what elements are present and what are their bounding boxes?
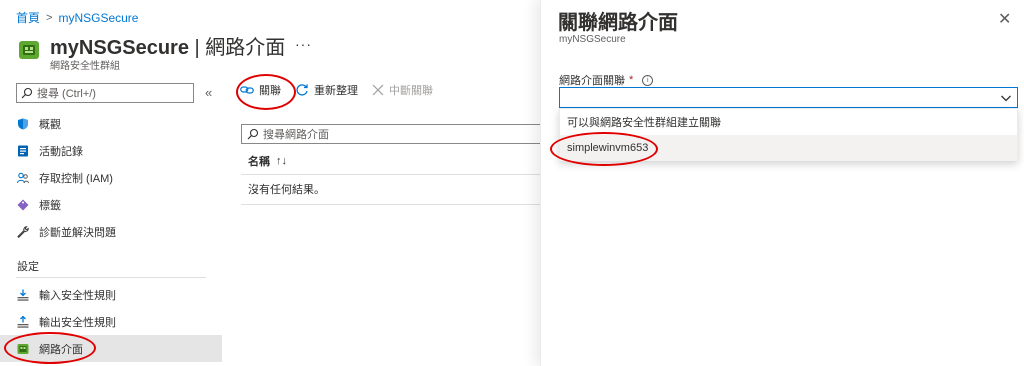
sidebar-item-label: 輸出安全性規則	[39, 316, 116, 329]
sidebar-item-label: 活動記錄	[39, 145, 83, 158]
shield-icon	[18, 118, 28, 129]
activity-log-icon	[18, 145, 28, 156]
dropdown-group-header: 可以與網路安全性群組建立關聯	[567, 117, 721, 129]
wrench-icon	[17, 225, 29, 238]
nsg-resource-icon	[19, 41, 39, 59]
close-icon	[372, 84, 384, 96]
page-title-section: 網路介面	[205, 37, 286, 59]
breadcrumb-home-link[interactable]: 首頁	[16, 9, 40, 26]
panel-title: 關聯網路介面	[558, 12, 678, 34]
command-bar: 關聯 重新整理 中斷關聯	[240, 82, 433, 98]
dissociate-button[interactable]: 中斷關聯	[372, 82, 433, 98]
close-icon[interactable]: ✕	[998, 9, 1011, 29]
chevron-down-icon	[1001, 95, 1011, 102]
sidebar-item-diagnose[interactable]: 診斷並解決問題	[0, 218, 222, 245]
network-interface-select[interactable]	[559, 87, 1018, 108]
sidebar-item-tags[interactable]: 標籤	[0, 191, 222, 218]
sort-icon: ↑↓	[276, 155, 287, 167]
tag-icon	[17, 199, 29, 210]
inbound-rules-icon	[17, 289, 29, 301]
sidebar-item-activity-log[interactable]: 活動記錄	[0, 137, 222, 164]
sidebar-item-label: 網路介面	[39, 343, 83, 356]
network-interface-icon	[17, 343, 29, 354]
sidebar-item-inbound-rules[interactable]: 輸入安全性規則	[0, 281, 222, 308]
table-divider	[241, 174, 541, 175]
dropdown-option[interactable]: simplewinvm653	[560, 135, 1017, 161]
refresh-icon	[296, 84, 308, 96]
search-icon	[21, 87, 33, 99]
sidebar-item-label: 標籤	[39, 199, 61, 212]
sidebar-section-settings: 設定	[17, 261, 39, 273]
field-label-text: 網路介面關聯	[559, 75, 625, 87]
dissociate-label: 中斷關聯	[389, 85, 433, 97]
sidebar-search-input[interactable]: 搜尋 (Ctrl+/)	[16, 83, 194, 103]
sidebar-item-network-interfaces[interactable]: 網路介面	[0, 335, 222, 362]
column-header-label: 名稱	[248, 156, 270, 168]
associate-label: 關聯	[259, 85, 281, 97]
refresh-button[interactable]: 重新整理	[295, 82, 358, 98]
refresh-label: 重新整理	[314, 85, 358, 97]
breadcrumb-separator-icon: >	[46, 11, 53, 24]
sidebar-item-label: 概觀	[39, 118, 61, 131]
sidebar-settings-nav: 輸入安全性規則 輸出安全性規則 網路介面	[0, 281, 222, 362]
outbound-rules-icon	[17, 315, 29, 328]
sidebar-search-placeholder: 搜尋 (Ctrl+/)	[37, 88, 96, 100]
breadcrumb-resource-link[interactable]: myNSGSecure	[58, 11, 138, 25]
associate-button[interactable]: 關聯	[240, 82, 281, 98]
sidebar-item-overview[interactable]: 概觀	[0, 110, 222, 137]
page-title-separator: |	[194, 37, 200, 59]
network-interface-dropdown: 可以與網路安全性群組建立關聯 simplewinvm653	[559, 108, 1018, 161]
sidebar-item-iam[interactable]: 存取控制 (IAM)	[0, 164, 222, 191]
collapse-sidebar-button[interactable]: «	[205, 85, 212, 100]
search-icon	[247, 128, 259, 140]
table-divider	[241, 204, 541, 205]
sidebar-nav: 概觀 活動記錄 存取控制 (IAM) 標籤 診斷並解決問題	[0, 110, 222, 245]
azure-portal-page: 首頁 > myNSGSecure myNSGSecure | 網路介面 ··· …	[0, 0, 1024, 366]
page-title-name: myNSGSecure	[50, 37, 189, 59]
column-header-name[interactable]: 名稱 ↑↓	[248, 153, 287, 169]
more-options-button[interactable]: ···	[295, 36, 312, 52]
associate-network-interface-panel: 關聯網路介面 myNSGSecure ✕ 網路介面關聯 * i 可以與網路安全性…	[540, 0, 1024, 366]
sidebar-item-label: 存取控制 (IAM)	[39, 172, 113, 185]
panel-subtitle: myNSGSecure	[559, 34, 626, 45]
list-search-placeholder: 搜尋網路介面	[263, 129, 329, 141]
breadcrumb: 首頁 > myNSGSecure	[16, 9, 138, 26]
people-icon	[17, 172, 29, 183]
empty-results-text: 沒有任何結果。	[248, 184, 325, 196]
sidebar-item-label: 診斷並解決問題	[39, 226, 116, 239]
sidebar-divider	[16, 277, 206, 278]
sidebar-item-label: 輸入安全性規則	[39, 289, 116, 302]
required-marker: *	[629, 74, 634, 86]
info-icon[interactable]: i	[642, 74, 654, 86]
sidebar-item-outbound-rules[interactable]: 輸出安全性規則	[0, 308, 222, 335]
page-title: myNSGSecure | 網路介面	[50, 31, 285, 60]
page-subtitle: 網路安全性群組	[50, 61, 120, 72]
network-interface-field-label: 網路介面關聯 * i	[559, 72, 654, 88]
list-search-input[interactable]: 搜尋網路介面	[241, 124, 541, 144]
link-icon	[240, 86, 254, 94]
